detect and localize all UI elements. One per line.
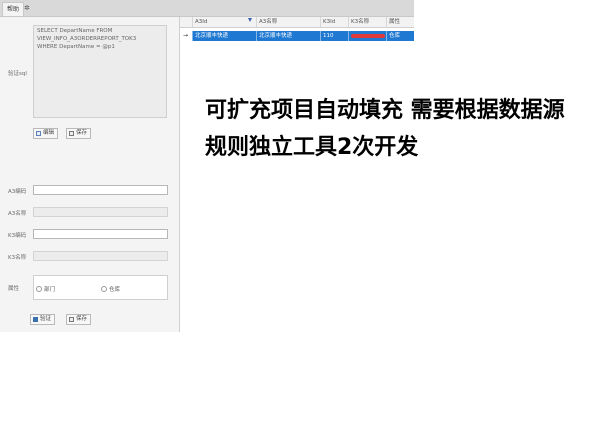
a3-name-label: A3名称: [8, 211, 27, 217]
edit-button-label: 编辑: [43, 130, 55, 136]
col-k3id[interactable]: K3Id: [320, 17, 348, 27]
radio-dept[interactable]: 部门: [36, 285, 55, 293]
save-icon: [69, 317, 74, 322]
save2-button-label: 保存: [76, 316, 88, 322]
sql-label: 验证sql: [8, 71, 27, 77]
k3-code-input[interactable]: [33, 229, 168, 239]
sql-editor[interactable]: SELECT DepartName FROM VIEW_INFO_A3ORDER…: [33, 25, 167, 118]
data-grid: A3Id A3名称 K3Id K3名称 属性 → 北京顺丰快递 北京顺丰快递 1…: [180, 17, 414, 332]
cell-a3name[interactable]: 北京顺丰快递: [256, 31, 320, 41]
cell-attr[interactable]: 仓库: [386, 31, 414, 41]
sql-line-3: WHERE DepartName = @p1: [37, 44, 115, 50]
k3-name-field: [33, 251, 168, 261]
a3-code-label: A3编码: [8, 189, 27, 195]
row-indicator-icon: →: [183, 32, 189, 39]
attr-label: 属性: [8, 286, 20, 292]
redaction-mark: [351, 34, 385, 38]
verify-button[interactable]: 验证: [30, 314, 56, 325]
a3-name-field: [33, 207, 168, 217]
radio-warehouse-dot: [101, 286, 107, 292]
tab-help[interactable]: 帮助: [2, 2, 25, 16]
annotation-text: 可扩充项目自动填充 需要根据数据源规则独立工具2次开发: [205, 98, 565, 160]
app-window: 帮助 ✲ 验证sql SELECT DepartName FROM VIEW_I…: [0, 0, 414, 332]
a3-code-input[interactable]: [33, 185, 168, 195]
save-icon: [69, 131, 74, 136]
edit-panel: 验证sql SELECT DepartName FROM VIEW_INFO_A…: [0, 17, 180, 332]
pin-icon[interactable]: ✲: [24, 3, 30, 14]
attr-radio-group: 部门 仓库: [33, 275, 168, 300]
col-a3id[interactable]: A3Id: [192, 17, 256, 27]
radio-dept-dot: [36, 286, 42, 292]
tab-strip: 帮助 ✲: [0, 0, 414, 17]
filter-icon[interactable]: [248, 18, 252, 22]
cell-a3id[interactable]: 北京顺丰快递: [192, 31, 256, 41]
verify-icon: [33, 317, 38, 322]
cell-k3id[interactable]: 110: [320, 31, 348, 41]
edit-icon: [36, 131, 41, 136]
cell-k3name[interactable]: [348, 31, 386, 41]
col-a3id-label: A3Id: [195, 19, 208, 25]
save-button[interactable]: 保存: [66, 314, 92, 325]
sql-line-1: SELECT DepartName FROM: [37, 28, 113, 34]
table-row[interactable]: → 北京顺丰快递 北京顺丰快递 110 仓库: [180, 31, 414, 41]
radio-dept-label: 部门: [44, 287, 56, 293]
save-button-label: 保存: [76, 130, 88, 136]
grid-header: A3Id A3名称 K3Id K3名称 属性: [180, 17, 414, 28]
col-attr[interactable]: 属性: [386, 17, 414, 27]
k3-name-label: K3名称: [8, 255, 27, 261]
col-a3name[interactable]: A3名称: [256, 17, 320, 27]
verify-button-label: 验证: [40, 316, 52, 322]
edit-button[interactable]: 编辑: [33, 128, 59, 139]
col-k3name[interactable]: K3名称: [348, 17, 386, 27]
save-sql-button[interactable]: 保存: [66, 128, 92, 139]
radio-warehouse-label: 仓库: [109, 287, 121, 293]
radio-warehouse[interactable]: 仓库: [101, 285, 120, 293]
k3-code-label: K3编码: [8, 233, 27, 239]
sql-line-2: VIEW_INFO_A3ORDERREPORT_TOK3: [37, 36, 137, 42]
